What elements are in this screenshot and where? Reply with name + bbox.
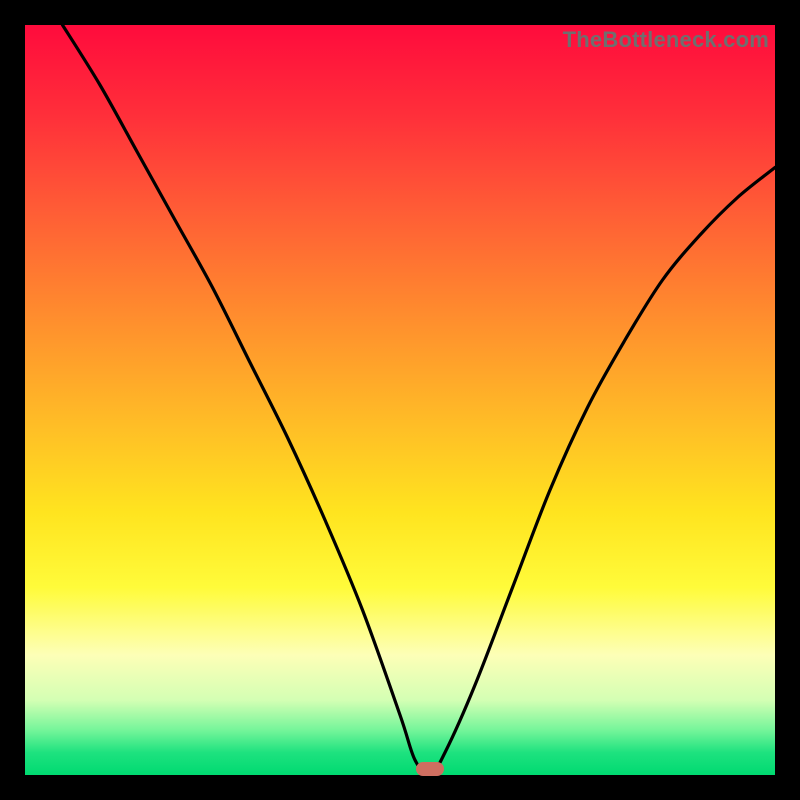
curve-path <box>63 25 776 775</box>
bottleneck-curve <box>25 25 775 775</box>
chart-frame: TheBottleneck.com <box>0 0 800 800</box>
plot-area: TheBottleneck.com <box>25 25 775 775</box>
optimum-marker <box>416 762 444 776</box>
